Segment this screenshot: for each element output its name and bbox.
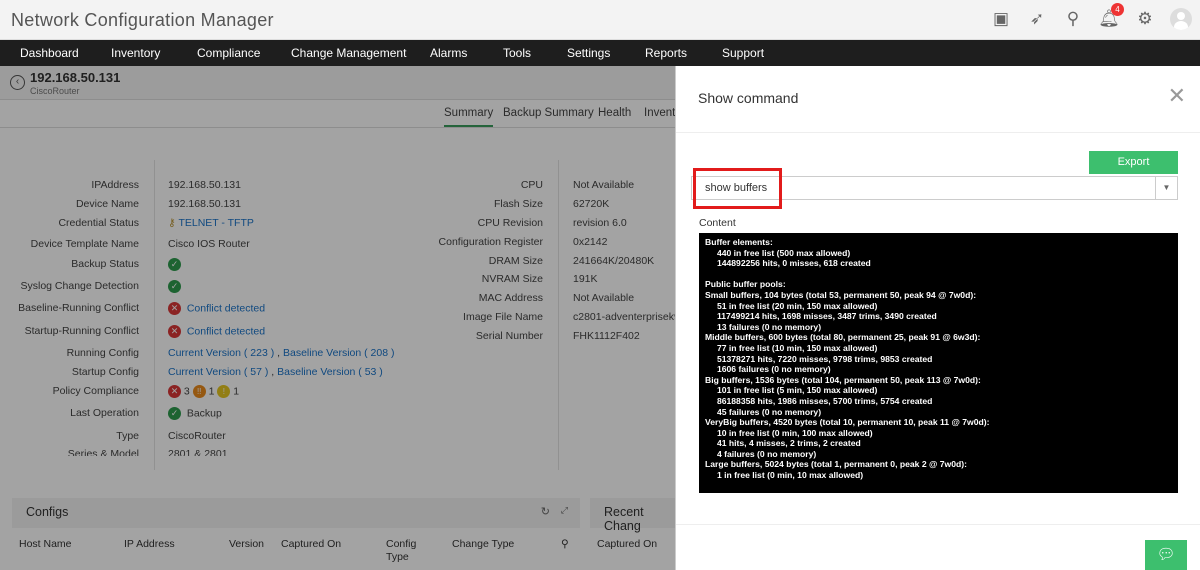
main-nav: Dashboard Inventory Compliance Change Ma… (0, 40, 1200, 66)
app-title: Network Configuration Manager (11, 10, 274, 30)
export-button[interactable]: Export (1089, 151, 1178, 174)
nav-dashboard[interactable]: Dashboard (20, 40, 79, 66)
close-icon[interactable]: ✕ (1168, 85, 1186, 107)
drawer-title: Show command (698, 90, 799, 106)
nav-change-management[interactable]: Change Management (291, 40, 406, 66)
content-label: Content (699, 217, 736, 229)
search-icon[interactable]: ⚲ (1062, 8, 1084, 30)
top-bar: Network Configuration Manager ▣ ➶ ⚲ 🔔︎ 4 … (0, 0, 1200, 40)
chevron-down-icon[interactable]: ▼ (1155, 177, 1177, 199)
nav-reports[interactable]: Reports (645, 40, 687, 66)
highlight-box (693, 168, 782, 209)
command-output: Buffer elements: 440 in free list (500 m… (699, 233, 1178, 493)
chat-icon[interactable]: 💬︎ (1145, 540, 1187, 570)
rocket-icon[interactable]: ➶ (1026, 8, 1048, 30)
avatar[interactable] (1170, 8, 1192, 30)
modal-overlay[interactable] (0, 66, 675, 570)
nav-inventory[interactable]: Inventory (111, 40, 160, 66)
nav-compliance[interactable]: Compliance (197, 40, 260, 66)
nav-tools[interactable]: Tools (503, 40, 531, 66)
nav-settings[interactable]: Settings (567, 40, 610, 66)
nav-alarms[interactable]: Alarms (430, 40, 467, 66)
divider (676, 524, 1200, 525)
gear-icon[interactable]: ⚙ (1134, 8, 1156, 30)
notification-badge: 4 (1111, 3, 1124, 16)
divider (676, 132, 1200, 133)
nav-support[interactable]: Support (722, 40, 764, 66)
bell-icon[interactable]: 🔔︎ 4 (1098, 3, 1124, 30)
presentation-icon[interactable]: ▣ (990, 8, 1012, 30)
show-command-drawer: Show command ✕ Export show buffers ▼ Con… (675, 66, 1200, 570)
